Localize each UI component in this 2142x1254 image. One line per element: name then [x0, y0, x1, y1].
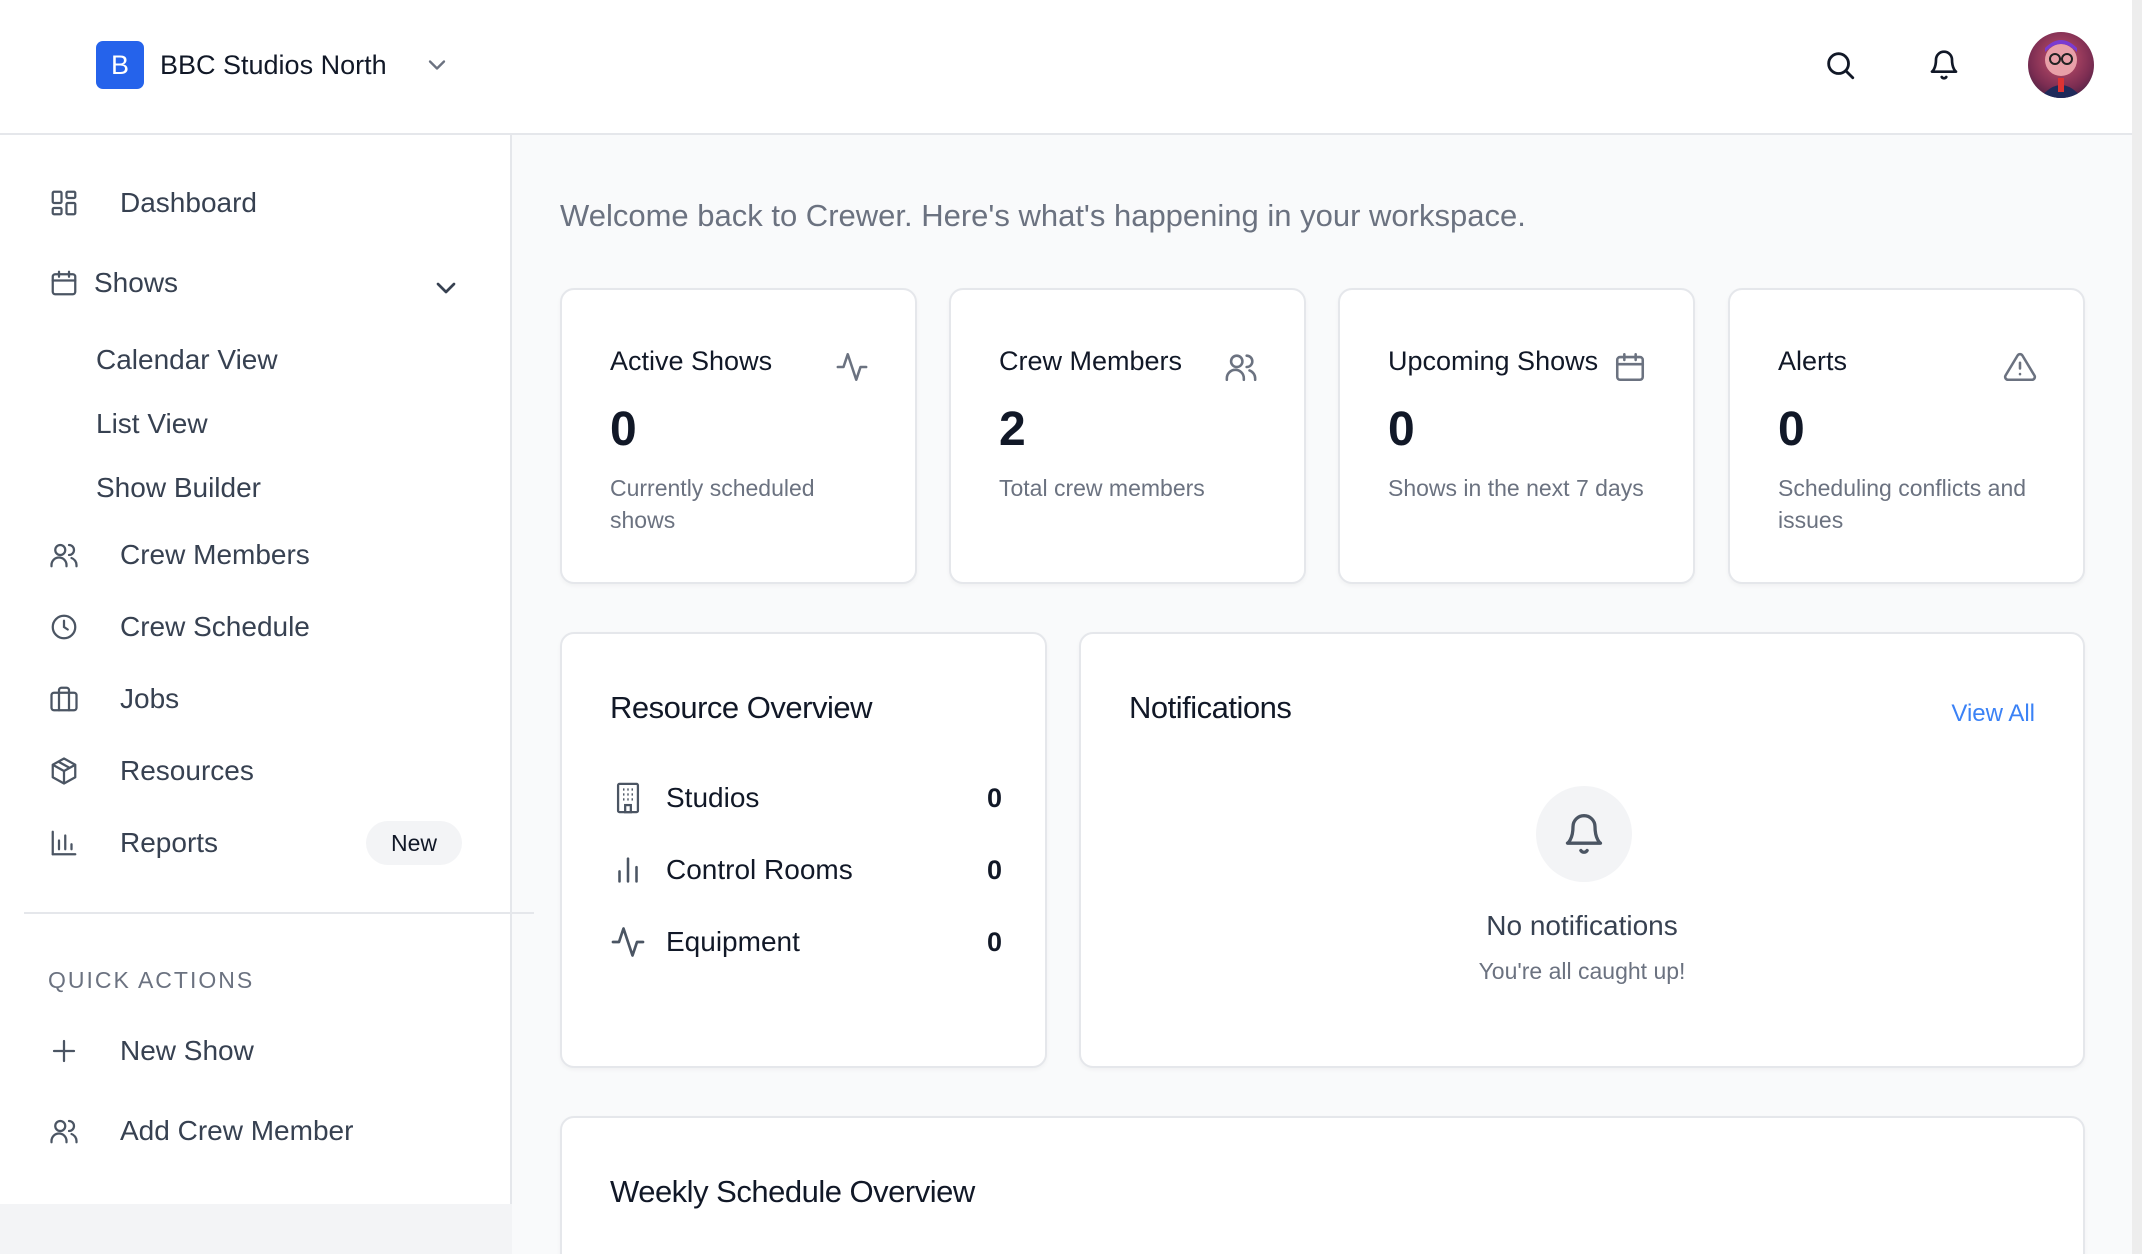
resource-label: Equipment — [666, 926, 800, 957]
sidebar-subitem-show-builder[interactable]: Show Builder — [96, 472, 261, 504]
sidebar-item-reports[interactable]: Reports — [48, 827, 218, 859]
card-title: Notifications — [1129, 690, 1292, 725]
weekly-schedule-card: Weekly Schedule Overview — [560, 1116, 2085, 1254]
sidebar-item-label: Crew Members — [120, 539, 310, 570]
new-badge: New — [366, 821, 462, 865]
bar-chart-icon — [48, 827, 80, 859]
quick-action-add-crew-member[interactable]: Add Crew Member — [48, 1115, 353, 1147]
calendar-icon — [1613, 350, 1649, 386]
card-title: Weekly Schedule Overview — [610, 1174, 975, 1209]
stat-title: Active Shows — [610, 346, 773, 376]
resource-label: Studios — [666, 782, 760, 813]
workspace-logo: B — [96, 41, 144, 89]
notifications-card: Notifications View All No notifications … — [1079, 632, 2085, 1068]
package-icon — [48, 755, 80, 787]
briefcase-icon — [48, 683, 80, 715]
sidebar-subitem-list-view[interactable]: List View — [96, 408, 208, 440]
resource-row-equipment: Equipment 0 — [610, 920, 1002, 964]
stat-title: Crew Members — [999, 346, 1183, 376]
alert-triangle-icon — [2003, 350, 2039, 386]
stat-description: Shows in the next 7 days — [1388, 475, 1644, 501]
header-actions — [1820, 32, 2094, 98]
resource-overview-card: Resource Overview Studios 0 Control Room… — [560, 632, 1047, 1068]
calendar-icon — [48, 267, 80, 299]
empty-state-subtitle: You're all caught up! — [1478, 958, 1686, 984]
resource-label: Control Rooms — [666, 854, 853, 885]
stat-card-alerts: Alerts 0 Scheduling conflicts and issues — [1728, 288, 2085, 584]
sidebar-divider — [24, 912, 534, 914]
stat-value: 0 — [610, 403, 637, 456]
stat-card-crew-members: Crew Members 2 Total crew members — [949, 288, 1306, 584]
users-icon — [48, 1115, 80, 1147]
sidebar-item-label: Crew Schedule — [120, 611, 310, 642]
dashboard-grid-icon — [48, 187, 80, 219]
sidebar-subitem-calendar-view[interactable]: Calendar View — [96, 344, 278, 376]
building-icon — [610, 780, 646, 816]
chevron-down-icon[interactable] — [430, 272, 462, 304]
sidebar-item-shows[interactable]: Shows — [48, 267, 178, 299]
stat-value: 2 — [999, 403, 1026, 456]
quick-action-new-show[interactable]: New Show — [48, 1035, 254, 1067]
sidebar-bottom-area — [0, 1204, 512, 1254]
empty-state-title: No notifications — [1486, 910, 1678, 941]
sidebar-item-label: Shows — [94, 267, 179, 298]
bar-chart-icon — [610, 852, 646, 888]
clock-icon — [48, 611, 80, 643]
stat-title: Upcoming Shows — [1388, 346, 1599, 376]
stat-card-upcoming-shows: Upcoming Shows 0 Shows in the next 7 day… — [1338, 288, 1695, 584]
users-icon — [1224, 350, 1260, 386]
sidebar-item-label: Reports — [120, 827, 219, 858]
resource-count: 0 — [986, 926, 1002, 957]
stat-title: Alerts — [1778, 346, 1848, 376]
scrollbar[interactable] — [2132, 0, 2142, 1254]
top-header: B BBC Studios North — [0, 0, 2132, 135]
workspace-name: BBC Studios North — [160, 49, 387, 80]
sidebar-item-crew-schedule[interactable]: Crew Schedule — [48, 611, 310, 643]
quick-action-label: Add Crew Member — [120, 1115, 354, 1146]
search-icon[interactable] — [1820, 45, 1860, 85]
sidebar-item-label: Resources — [120, 755, 254, 786]
stat-value: 0 — [1388, 403, 1415, 456]
sidebar: Dashboard Shows Calendar View List View … — [0, 135, 534, 1204]
card-title: Resource Overview — [610, 690, 872, 725]
bell-icon — [1536, 786, 1632, 882]
view-all-link[interactable]: View All — [1951, 700, 2035, 728]
sidebar-item-resources[interactable]: Resources — [48, 755, 254, 787]
stat-description: Currently scheduled shows — [610, 475, 815, 533]
sidebar-item-label: Dashboard — [120, 187, 257, 218]
resource-count: 0 — [986, 782, 1002, 813]
resource-row-studios: Studios 0 — [610, 776, 1002, 820]
sidebar-item-dashboard[interactable]: Dashboard — [48, 187, 257, 219]
quick-action-label: New Show — [120, 1035, 254, 1066]
welcome-message: Welcome back to Crewer. Here's what's ha… — [560, 198, 1526, 233]
activity-icon — [835, 350, 871, 386]
sidebar-item-crew-members[interactable]: Crew Members — [48, 539, 310, 571]
workspace-switcher[interactable]: B BBC Studios North — [96, 41, 451, 89]
stat-value: 0 — [1778, 403, 1805, 456]
resource-count: 0 — [986, 854, 1002, 885]
plus-icon — [48, 1035, 80, 1067]
users-icon — [48, 539, 80, 571]
activity-icon — [610, 924, 646, 960]
sidebar-item-jobs[interactable]: Jobs — [48, 683, 179, 715]
sidebar-item-label: Jobs — [120, 683, 180, 714]
user-avatar[interactable] — [2028, 32, 2094, 98]
app-page: B BBC Studios North Dashboard Shows Cale… — [0, 0, 2132, 1254]
quick-actions-heading: QUICK ACTIONS — [48, 967, 255, 993]
chevron-down-icon — [423, 51, 451, 79]
bell-icon[interactable] — [1924, 45, 1964, 85]
stat-card-active-shows: Active Shows 0 Currently scheduled shows — [560, 288, 917, 584]
resource-row-control-rooms: Control Rooms 0 — [610, 848, 1002, 892]
stat-description: Scheduling conflicts and issues — [1778, 475, 2027, 533]
stat-description: Total crew members — [999, 475, 1205, 501]
